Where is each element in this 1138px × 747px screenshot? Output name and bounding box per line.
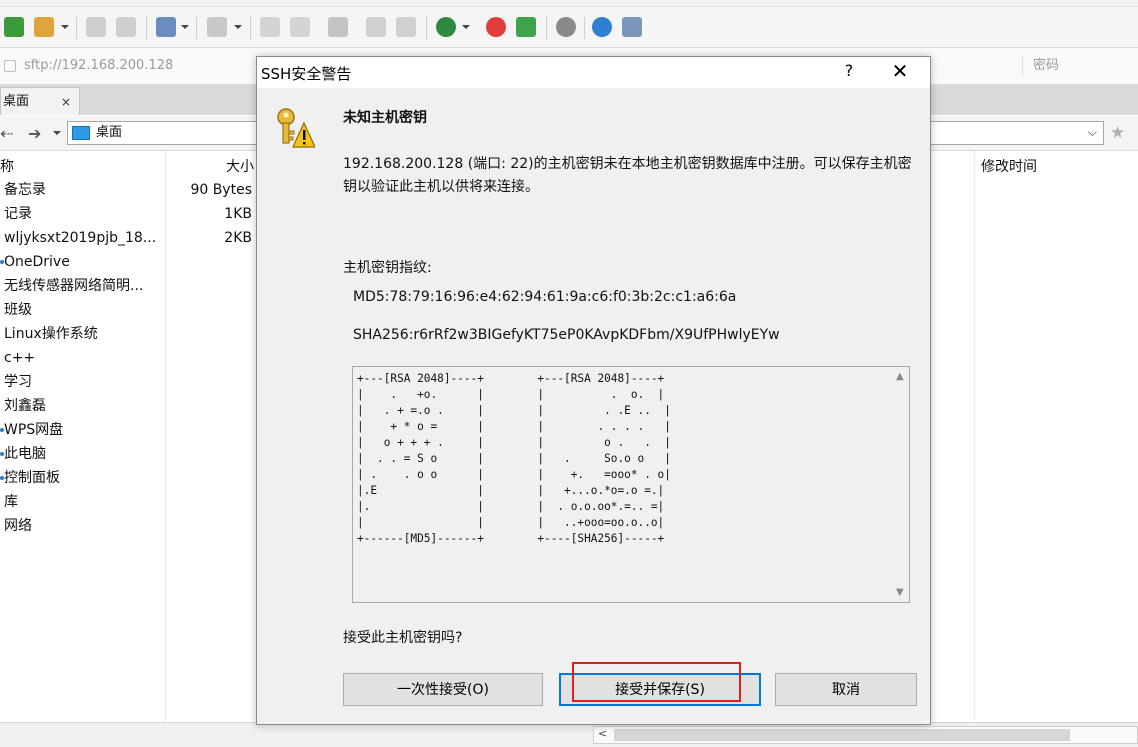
help-icon[interactable]: ?: [839, 61, 859, 80]
tab-label: 桌面: [3, 94, 30, 109]
toolbar-divider: [250, 17, 251, 39]
list-item[interactable]: 无线传感器网络简明...: [0, 274, 260, 298]
queue-icon[interactable]: [366, 17, 386, 37]
chat-icon[interactable]: [622, 17, 642, 37]
column-divider: [974, 151, 975, 741]
column-name[interactable]: 称: [0, 156, 14, 176]
toolbar: [0, 7, 1138, 48]
list-item[interactable]: 刘鑫磊: [0, 394, 260, 418]
ssh-warning-dialog: SSH安全警告 ? ✕ 未知主机密钥 192.168.200.128 (端口: …: [256, 56, 931, 725]
list-item[interactable]: wljyksxt2019pjb_18... 2KB: [0, 226, 260, 250]
remote-path-box[interactable]: ⌵: [930, 121, 1104, 145]
paste-icon[interactable]: [290, 17, 310, 37]
folder-icon: [72, 125, 90, 140]
list-item[interactable]: 网络: [0, 514, 260, 538]
list-item[interactable]: 记录 1KB: [0, 202, 260, 226]
terminal-icon[interactable]: [207, 17, 227, 37]
chevron-down-icon[interactable]: ⌵: [1088, 125, 1097, 140]
dialog-title: SSH安全警告: [261, 65, 352, 83]
chevron-down-icon[interactable]: [61, 25, 69, 29]
toolbar-divider: [426, 17, 427, 39]
column-size[interactable]: 大小: [226, 156, 254, 176]
list-item[interactable]: Linux操作系统: [0, 322, 260, 346]
tab-desktop[interactable]: 桌面 ×: [0, 87, 80, 115]
toolbar-divider: [196, 17, 197, 39]
menu-bar: [0, 0, 1138, 7]
web-icon[interactable]: [436, 17, 456, 37]
toolbar-divider: [546, 17, 547, 39]
copy-icon[interactable]: [260, 17, 280, 37]
list-item[interactable]: 库: [0, 490, 260, 514]
randomart-box[interactable]: +---[RSA 2048]----+ +---[RSA 2048]----+ …: [352, 366, 910, 603]
disconnect-icon[interactable]: [116, 17, 136, 37]
column-modified[interactable]: 修改时间: [981, 156, 1037, 176]
list-item[interactable]: 学习: [0, 370, 260, 394]
accept-and-save-button[interactable]: 接受并保存(S): [559, 673, 761, 706]
sha256-fingerprint: SHA256:r6rRf2w3BIGefyKT75eP0KAvpKDFbm/X9…: [353, 327, 780, 343]
password-field[interactable]: 密码: [1022, 56, 1138, 76]
close-icon[interactable]: ✕: [887, 59, 913, 83]
accept-once-button[interactable]: 一次性接受(O): [343, 673, 543, 706]
list-item[interactable]: 备忘录 90 Bytes: [0, 178, 260, 202]
dialog-message: 192.168.200.128 (端口: 22)的主机密钥未在本地主机密钥数据库…: [343, 156, 912, 195]
list-item[interactable]: OneDrive: [0, 250, 260, 274]
toolbar-divider: [76, 17, 77, 39]
list-item[interactable]: 班级: [0, 298, 260, 322]
list-item[interactable]: c++: [0, 346, 260, 370]
vertical-scrollbar[interactable]: ▲ ▼: [892, 367, 909, 602]
back-icon[interactable]: ⇠: [0, 124, 13, 143]
randomart-text: +---[RSA 2048]----+ +---[RSA 2048]----+ …: [357, 372, 671, 545]
status-bar: <: [0, 722, 1138, 747]
toolbar-divider: [146, 17, 147, 39]
star-icon[interactable]: ★: [1110, 123, 1125, 143]
md5-fingerprint: MD5:78:79:16:96:e4:62:94:61:9a:c6:f0:3b:…: [353, 289, 737, 305]
horizontal-scrollbar[interactable]: <: [593, 726, 1138, 744]
edit-icon[interactable]: [516, 17, 536, 37]
list-item[interactable]: WPS网盘: [0, 418, 260, 442]
new-session-icon[interactable]: [4, 17, 24, 37]
dialog-title-bar: SSH安全警告 ? ✕: [257, 57, 930, 88]
chevron-down-icon[interactable]: [462, 25, 470, 29]
key-warning-icon: [277, 108, 315, 148]
list-item[interactable]: 此电脑: [0, 442, 260, 466]
sync-icon[interactable]: [328, 17, 348, 37]
file-list: 备忘录 90 Bytes 记录 1KB wljyksxt2019pjb_18... 2…: [0, 178, 260, 538]
transfer-icon[interactable]: [396, 17, 416, 37]
lock-icon: [4, 59, 16, 72]
gear-icon[interactable]: [556, 17, 576, 37]
fingerprint-label: 主机密钥指纹:: [343, 260, 432, 276]
help-icon[interactable]: [592, 17, 612, 37]
path-box[interactable]: 桌面: [67, 121, 267, 145]
host-text: sftp://192.168.200.128: [24, 58, 174, 73]
toolbar-divider: [584, 17, 585, 39]
chevron-down-icon[interactable]: [53, 131, 61, 135]
forward-icon[interactable]: ➔: [28, 124, 41, 143]
scrollbar-thumb[interactable]: [614, 729, 1070, 741]
accept-question: 接受此主机密钥吗?: [343, 630, 463, 646]
connect-icon[interactable]: [86, 17, 106, 37]
dialog-heading: 未知主机密钥: [343, 110, 427, 126]
path-text: 桌面: [96, 125, 123, 140]
scroll-up-icon[interactable]: ▲: [896, 371, 904, 382]
close-icon[interactable]: ×: [61, 88, 71, 116]
chevron-down-icon[interactable]: [181, 25, 189, 29]
snail-icon[interactable]: [486, 17, 506, 37]
open-folder-icon[interactable]: [34, 17, 54, 37]
chevron-down-icon[interactable]: [234, 25, 242, 29]
host-field[interactable]: sftp://192.168.200.128: [0, 56, 250, 76]
settings-icon[interactable]: [156, 17, 176, 37]
cancel-button[interactable]: 取消: [775, 673, 917, 706]
list-item[interactable]: 控制面板: [0, 466, 260, 490]
scroll-down-icon[interactable]: ▼: [896, 587, 904, 598]
scroll-left-icon[interactable]: <: [598, 727, 607, 740]
